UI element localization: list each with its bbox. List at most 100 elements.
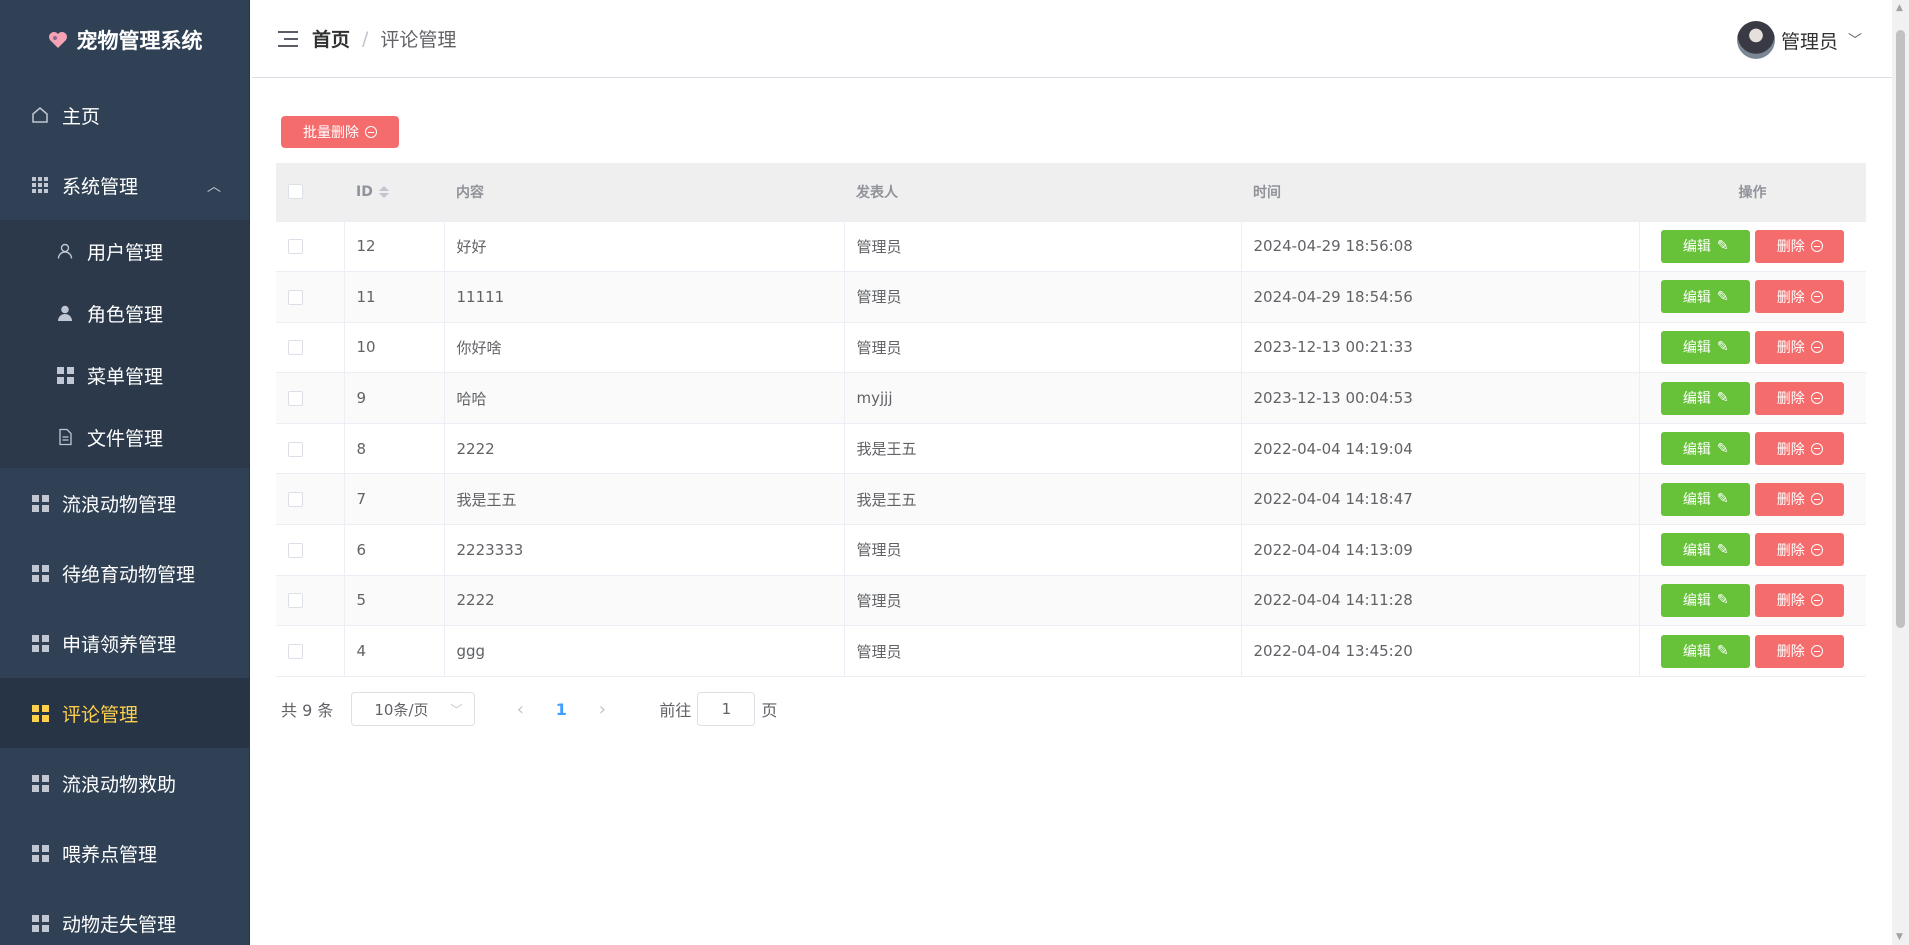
sidebar-item-neuter[interactable]: 待绝育动物管理 bbox=[0, 538, 249, 608]
delete-label: 删除 bbox=[1776, 340, 1805, 357]
menu-grid-icon bbox=[30, 913, 50, 933]
pagination-total: 共 9 条 bbox=[281, 701, 334, 720]
cell-id: 11 bbox=[344, 271, 445, 323]
row-checkbox[interactable] bbox=[288, 391, 303, 407]
column-header-id[interactable]: ID bbox=[344, 163, 444, 222]
prev-page-button[interactable]: ‹ bbox=[503, 699, 537, 720]
delete-label: 删除 bbox=[1776, 441, 1805, 458]
row-select-cell bbox=[276, 423, 345, 475]
row-checkbox[interactable] bbox=[288, 542, 303, 558]
sidebar-item-home[interactable]: 主页 bbox=[0, 80, 249, 150]
edit-button[interactable]: 编辑 ✎ bbox=[1661, 583, 1751, 617]
sidebar-item-comments[interactable]: 评论管理 bbox=[0, 678, 249, 748]
sidebar-item-adoption[interactable]: 申请领养管理 bbox=[0, 608, 249, 678]
row-checkbox[interactable] bbox=[288, 492, 303, 508]
sidebar-item-stray-animals[interactable]: 流浪动物管理 bbox=[0, 468, 249, 538]
cell-time: 2023-12-13 00:04:53 bbox=[1241, 372, 1640, 424]
delete-button[interactable]: 删除 bbox=[1755, 381, 1845, 415]
sidebar-item-label: 评论管理 bbox=[62, 703, 139, 726]
menu-grid-icon bbox=[55, 365, 75, 385]
sidebar-item-lost-animals[interactable]: 动物走失管理 bbox=[0, 888, 249, 945]
edit-button[interactable]: 编辑 ✎ bbox=[1661, 533, 1751, 567]
delete-button[interactable]: 删除 bbox=[1755, 330, 1845, 364]
page-scrollbar[interactable]: ▲ ▼ bbox=[1892, 0, 1909, 945]
delete-button[interactable]: 删除 bbox=[1755, 583, 1845, 617]
edit-button[interactable]: 编辑 ✎ bbox=[1661, 229, 1751, 263]
page-number-current[interactable]: 1 bbox=[537, 700, 585, 719]
chevron-down-icon[interactable]: ﹀ bbox=[1848, 30, 1862, 50]
next-page-button[interactable]: › bbox=[585, 699, 619, 720]
user-menu[interactable]: 管理员 ﹀ bbox=[1736, 21, 1862, 59]
scroll-up-icon[interactable]: ▲ bbox=[1896, 3, 1903, 13]
top-header: 首页 / 评论管理 管理员 ﹀ bbox=[252, 0, 1892, 78]
row-checkbox[interactable] bbox=[288, 289, 303, 305]
page-size-select[interactable]: 10条/页 ﹀ bbox=[351, 692, 476, 726]
cell-time: 2024-04-29 18:56:08 bbox=[1241, 221, 1640, 273]
remove-circle-icon bbox=[365, 126, 377, 138]
comments-table: ID 内容 发表人 时间 操作 12 好好 管理员 2024-04-29 18:56:… bbox=[276, 163, 1866, 677]
sidebar-item-menus[interactable]: 菜单管理 bbox=[0, 344, 249, 406]
edit-button[interactable]: 编辑 ✎ bbox=[1661, 432, 1751, 466]
delete-button[interactable]: 删除 bbox=[1755, 482, 1845, 516]
pet-heart-logo-icon bbox=[47, 29, 69, 51]
select-all-cell bbox=[276, 163, 344, 222]
edit-label: 编辑 bbox=[1682, 441, 1711, 458]
row-select-cell bbox=[276, 625, 345, 677]
select-all-checkbox[interactable] bbox=[288, 184, 303, 200]
delete-button[interactable]: 删除 bbox=[1755, 432, 1845, 466]
column-header-time: 时间 bbox=[1241, 163, 1639, 222]
cell-author: 管理员 bbox=[844, 625, 1242, 677]
breadcrumb-home[interactable]: 首页 bbox=[312, 25, 350, 52]
home-icon bbox=[30, 105, 50, 125]
edit-label: 编辑 bbox=[1682, 289, 1711, 306]
row-select-cell bbox=[276, 271, 345, 323]
edit-pencil-icon: ✎ bbox=[1716, 541, 1729, 558]
row-checkbox[interactable] bbox=[288, 441, 303, 457]
remove-circle-icon bbox=[1810, 594, 1823, 607]
sidebar-item-rescue[interactable]: 流浪动物救助 bbox=[0, 748, 249, 818]
delete-button[interactable]: 删除 bbox=[1755, 634, 1845, 668]
delete-button[interactable]: 删除 bbox=[1755, 280, 1845, 314]
app-title: 宠物管理系统 bbox=[76, 29, 203, 53]
row-checkbox[interactable] bbox=[288, 593, 303, 609]
delete-button[interactable]: 删除 bbox=[1755, 533, 1845, 567]
edit-pencil-icon: ✎ bbox=[1716, 339, 1729, 356]
avatar[interactable] bbox=[1736, 21, 1775, 59]
edit-button[interactable]: 编辑 ✎ bbox=[1661, 482, 1751, 516]
row-checkbox[interactable] bbox=[288, 644, 303, 660]
sidebar-item-roles[interactable]: 角色管理 bbox=[0, 282, 249, 344]
row-select-cell bbox=[276, 473, 345, 526]
collapse-menu-icon[interactable] bbox=[278, 30, 298, 47]
edit-label: 编辑 bbox=[1682, 644, 1711, 661]
row-checkbox[interactable] bbox=[288, 239, 303, 255]
menu-grid-icon bbox=[30, 773, 50, 793]
cell-content: 好好 bbox=[444, 221, 845, 273]
cell-id: 8 bbox=[344, 423, 445, 475]
table-row: 4 ggg 管理员 2022-04-04 13:45:20 编辑 ✎ 删除 bbox=[276, 625, 1866, 677]
sidebar-item-system[interactable]: 系统管理 ︿ bbox=[0, 150, 249, 220]
user-name[interactable]: 管理员 bbox=[1781, 27, 1838, 54]
batch-delete-button[interactable]: 批量删除 bbox=[281, 116, 399, 148]
edit-button[interactable]: 编辑 ✎ bbox=[1661, 381, 1751, 415]
document-icon bbox=[55, 427, 75, 447]
goto-prefix: 前往 bbox=[659, 701, 692, 720]
sidebar-item-feeding-points[interactable]: 喂养点管理 bbox=[0, 818, 249, 888]
edit-label: 编辑 bbox=[1682, 542, 1711, 559]
sidebar-item-files[interactable]: 文件管理 bbox=[0, 406, 249, 468]
row-checkbox[interactable] bbox=[288, 340, 303, 356]
edit-button[interactable]: 编辑 ✎ bbox=[1661, 634, 1751, 668]
delete-button[interactable]: 删除 bbox=[1755, 229, 1845, 263]
remove-circle-icon bbox=[1810, 392, 1823, 405]
sidebar-item-label: 主页 bbox=[62, 105, 101, 128]
sort-caret-icon[interactable] bbox=[378, 185, 389, 198]
scroll-down-icon[interactable]: ▼ bbox=[1896, 932, 1903, 942]
cell-id: 7 bbox=[344, 473, 445, 526]
table-row: 9 哈哈 myjjj 2023-12-13 00:04:53 编辑 ✎ 删除 bbox=[276, 372, 1866, 424]
scrollbar-thumb[interactable] bbox=[1896, 30, 1905, 628]
cell-time: 2022-04-04 14:11:28 bbox=[1241, 575, 1640, 627]
goto-page-input[interactable] bbox=[697, 692, 756, 726]
sidebar-item-users[interactable]: 用户管理 bbox=[0, 220, 249, 282]
edit-button[interactable]: 编辑 ✎ bbox=[1661, 330, 1751, 364]
edit-button[interactable]: 编辑 ✎ bbox=[1661, 280, 1751, 314]
user-filled-icon bbox=[55, 303, 75, 323]
